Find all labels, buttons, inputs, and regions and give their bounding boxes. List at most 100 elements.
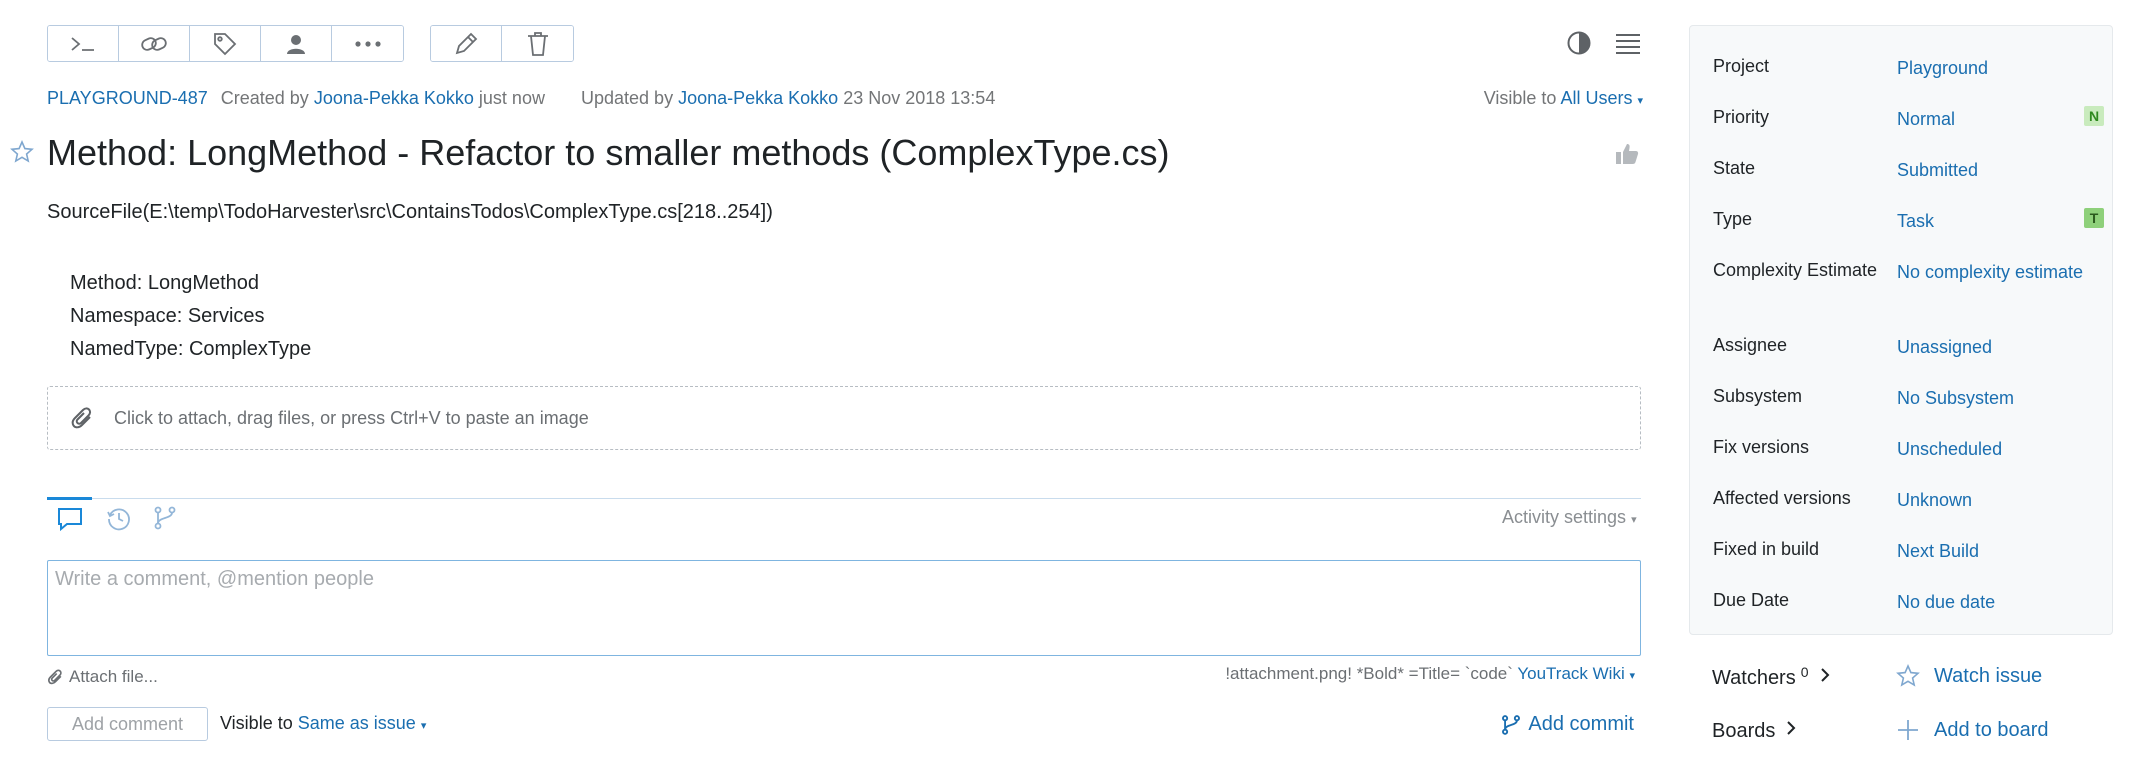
field-label: Fix versions — [1713, 437, 1810, 457]
description-line: NamedType: ComplexType — [70, 338, 312, 360]
wiki-markup-hint: !attachment.png! *Bold* =Title= `code` Y… — [1225, 664, 1635, 684]
vote-button[interactable] — [1614, 142, 1640, 171]
caret-down-icon: ▾ — [420, 720, 427, 732]
watchers-count: 0 — [1800, 664, 1809, 680]
star-icon — [10, 140, 34, 163]
add-commit-link[interactable]: Add commit — [1500, 713, 1634, 736]
attachment-hint: Click to attach, drag files, or press Ct… — [114, 407, 589, 428]
add-comment-button[interactable]: Add comment — [47, 707, 208, 741]
star-icon — [1896, 664, 1920, 687]
watchers-toggle[interactable]: Watchers 0 — [1712, 664, 1831, 690]
field-value[interactable]: Playground — [1897, 56, 2087, 80]
field-value[interactable]: Unknown — [1897, 488, 2087, 512]
commit-icon — [1502, 714, 1521, 735]
tab-history[interactable] — [106, 506, 132, 537]
field-value[interactable]: Submitted — [1897, 158, 2087, 182]
description-line: Method: LongMethod — [70, 272, 260, 294]
issue-title: Method: LongMethod - Refactor to smaller… — [47, 132, 1170, 173]
field-value[interactable]: No due date — [1897, 590, 2087, 614]
wiki-link-label: YouTrack Wiki — [1517, 664, 1625, 683]
issue-meta: PLAYGROUND-487 Created by Joona-Pekka Ko… — [47, 88, 995, 109]
priority-badge: N — [2084, 106, 2104, 126]
chevron-right-icon — [1819, 666, 1831, 690]
field-label: Assignee — [1713, 335, 1788, 355]
issue-fields-panel: Project Playground Priority Normal N Sta… — [1689, 25, 2113, 635]
issue-toolbar-edit — [430, 25, 574, 62]
activity-tabs-divider — [47, 498, 1641, 499]
updated-by-link[interactable]: Joona-Pekka Kokko — [678, 88, 838, 108]
tab-comments[interactable] — [56, 506, 84, 537]
plus-icon — [1898, 720, 1918, 740]
visibility-value: All Users — [1560, 88, 1633, 108]
field-value[interactable]: No complexity estimate — [1897, 260, 2087, 284]
wiki-hint-text: !attachment.png! *Bold* =Title= `code` — [1225, 664, 1513, 683]
wiki-syntax-dropdown[interactable]: YouTrack Wiki ▾ — [1517, 664, 1635, 683]
comment-visibility: Visible to Same as issue ▾ — [220, 713, 426, 734]
attach-file-link[interactable]: Attach file... — [47, 667, 158, 687]
add-commit-label: Add commit — [1528, 713, 1634, 735]
history-icon — [107, 508, 130, 531]
field-label: Due Date — [1713, 590, 1790, 610]
field-label: Type — [1713, 209, 1753, 229]
updated-when: 23 Nov 2018 13:54 — [843, 88, 996, 108]
toc-toggle[interactable] — [1614, 32, 1642, 61]
field-value[interactable]: Unassigned — [1897, 335, 2087, 359]
link-button[interactable] — [119, 26, 190, 61]
attachment-dropzone[interactable]: Click to attach, drag files, or press Ct… — [47, 386, 1641, 450]
description-line: Namespace: Services — [70, 305, 265, 327]
paperclip-icon — [71, 407, 92, 429]
field-label: Project — [1713, 56, 1770, 76]
comment-visibility-value: Same as issue — [297, 713, 416, 733]
tab-vcs[interactable] — [152, 505, 178, 536]
activity-settings-dropdown[interactable]: Activity settings ▾ — [1502, 507, 1637, 528]
branch-icon — [154, 506, 176, 530]
chevron-right-icon — [1785, 719, 1797, 743]
watch-issue-label: Watch issue — [1934, 664, 2043, 687]
comment-visibility-dropdown[interactable]: Same as issue ▾ — [298, 713, 427, 733]
more-button[interactable] — [332, 26, 403, 61]
issue-id-link[interactable]: PLAYGROUND-487 — [47, 88, 208, 108]
edit-button[interactable] — [431, 26, 502, 61]
command-icon — [71, 36, 94, 51]
add-to-board-link[interactable]: Add to board — [1896, 718, 2049, 742]
created-prefix: Created by — [220, 88, 309, 108]
updated-prefix: Updated by — [581, 88, 674, 108]
description-block: Method: LongMethod Namespace: Services N… — [70, 267, 311, 366]
field-value[interactable]: Task — [1897, 209, 2087, 233]
field-value[interactable]: No Subsystem — [1897, 386, 2087, 410]
field-label: Priority — [1713, 107, 1770, 127]
activity-tab-indicator — [47, 497, 92, 500]
assign-button[interactable] — [261, 26, 332, 61]
visibility-control: Visible to All Users ▾ — [1484, 88, 1643, 109]
tag-button[interactable] — [190, 26, 261, 61]
watch-issue-link[interactable]: Watch issue — [1896, 664, 2042, 688]
created-when: just now — [478, 88, 545, 108]
field-value[interactable]: Next Build — [1897, 539, 2087, 563]
comment-editor — [47, 560, 1641, 656]
thumbs-up-icon — [1616, 144, 1639, 164]
list-icon — [1616, 34, 1640, 54]
field-value[interactable]: Unscheduled — [1897, 437, 2087, 461]
attach-file-label: Attach file... — [69, 667, 158, 686]
type-badge: T — [2084, 208, 2104, 228]
link-icon — [141, 36, 167, 51]
field-label: Affected versions — [1713, 488, 1851, 508]
contrast-icon — [1567, 31, 1591, 55]
created-by-link[interactable]: Joona-Pekka Kokko — [314, 88, 474, 108]
command-button[interactable] — [48, 26, 119, 61]
caret-down-icon: ▾ — [1629, 670, 1635, 682]
comment-visible-prefix: Visible to — [220, 713, 293, 733]
caret-down-icon: ▾ — [1631, 514, 1637, 526]
boards-label: Boards — [1712, 719, 1776, 742]
boards-toggle[interactable]: Boards — [1712, 719, 1797, 743]
user-icon — [287, 34, 305, 54]
star-button[interactable] — [10, 140, 34, 169]
tag-icon — [214, 32, 237, 55]
comment-input[interactable] — [55, 568, 1633, 648]
delete-button[interactable] — [502, 26, 573, 61]
more-icon — [354, 40, 381, 47]
contrast-toggle[interactable] — [1566, 30, 1592, 61]
field-value[interactable]: Normal — [1897, 107, 2087, 131]
trash-icon — [527, 31, 548, 56]
visibility-dropdown[interactable]: All Users ▾ — [1560, 88, 1643, 108]
